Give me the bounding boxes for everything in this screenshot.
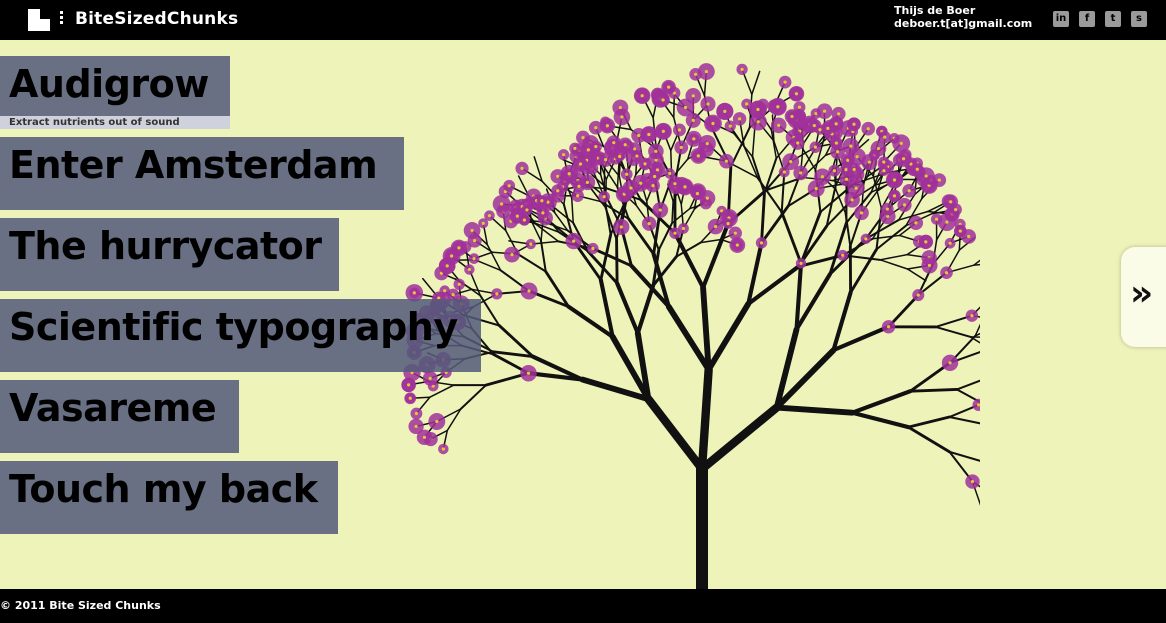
project-title: The hurrycator — [9, 224, 322, 268]
project-title: Vasareme — [9, 386, 217, 430]
project-scientific-typography[interactable]: Scientific typography — [0, 299, 481, 372]
project-title: Touch my back — [9, 467, 318, 511]
next-page-button[interactable]: » — [1121, 247, 1166, 347]
project-the-hurrycator[interactable]: The hurrycator — [0, 218, 339, 291]
project-title: Enter Amsterdam — [9, 143, 378, 187]
project-title: Audigrow — [9, 62, 209, 106]
project-subtitle: Extract nutrients out of sound — [0, 116, 230, 129]
project-enter-amsterdam[interactable]: Enter Amsterdam — [0, 137, 404, 210]
logo-icon[interactable] — [28, 9, 50, 31]
logo-dots-icon — [60, 11, 63, 28]
footer: © 2011 Bite Sized Chunks — [0, 589, 1166, 623]
stumbleupon-icon[interactable]: s — [1131, 11, 1147, 27]
contact-info: Thijs de Boer deboer.t[at]gmail.com — [894, 4, 1032, 30]
facebook-icon[interactable]: f — [1079, 11, 1095, 27]
project-title: Scientific typography — [9, 305, 458, 349]
project-touch-my-back[interactable]: Touch my back — [0, 461, 338, 534]
contact-email[interactable]: deboer.t[at]gmail.com — [894, 17, 1032, 30]
linkedin-icon[interactable]: in — [1053, 11, 1069, 27]
copyright-text: © 2011 Bite Sized Chunks — [0, 599, 161, 612]
brand-name[interactable]: BiteSizedChunks — [75, 9, 238, 29]
project-audigrow[interactable]: Audigrow Extract nutrients out of sound — [0, 56, 230, 129]
project-vasareme[interactable]: Vasareme — [0, 380, 239, 453]
double-chevron-right-icon: » — [1130, 273, 1154, 314]
contact-name: Thijs de Boer — [894, 4, 976, 17]
twitter-icon[interactable]: t — [1105, 11, 1121, 27]
top-bar: BiteSizedChunks Thijs de Boer deboer.t[a… — [0, 0, 1166, 40]
